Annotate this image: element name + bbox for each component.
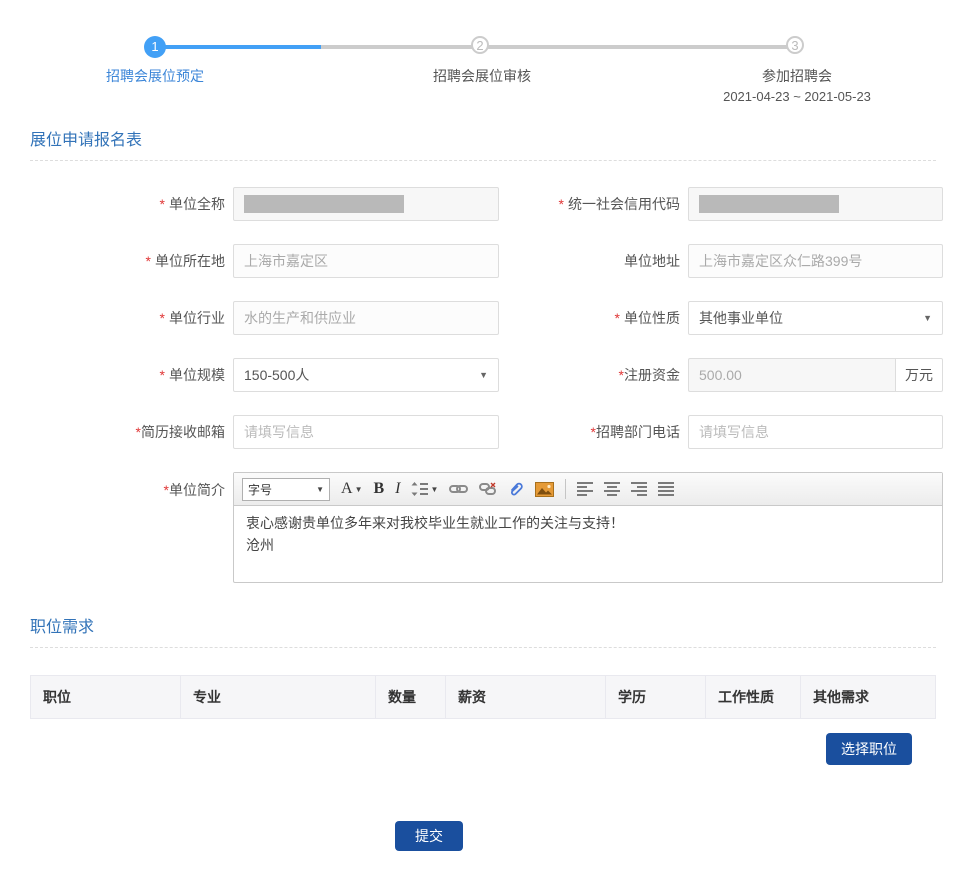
required-mark: * — [160, 367, 165, 383]
line-height-icon — [411, 482, 428, 496]
col-position: 职位 — [31, 676, 181, 719]
resume-email-input[interactable] — [233, 415, 499, 449]
paperclip-icon — [508, 481, 524, 497]
booth-form: *单位全称 *统一社会信用代码 *单位所在地 单位地址 *单位行业 *单位性质 … — [0, 187, 964, 583]
form-section-title: 展位申请报名表 — [30, 126, 936, 150]
step-2-label: 招聘会展位审核 — [433, 66, 531, 86]
align-justify-icon — [658, 482, 674, 496]
capital-unit-addon: 万元 — [895, 358, 943, 392]
booth-application-page: 1 2 3 招聘会展位预定 招聘会展位审核 参加招聘会 2021-04-23 ~… — [0, 0, 964, 851]
align-center-icon — [604, 482, 620, 496]
redacted-value — [244, 195, 404, 213]
intro-text-line: 沧州 — [246, 535, 930, 557]
resume-email-label: *简历接收邮箱 — [0, 422, 225, 442]
stepper-progress-line-1 — [160, 45, 476, 49]
select-position-button[interactable]: 选择职位 — [826, 733, 912, 765]
chevron-down-icon: ▼ — [923, 313, 932, 323]
credit-code-field — [688, 187, 943, 221]
align-justify-button[interactable] — [658, 482, 674, 496]
redacted-value — [699, 195, 839, 213]
submit-area: 提交 — [395, 821, 964, 851]
chevron-down-icon: ▼ — [355, 485, 363, 494]
italic-button[interactable]: I — [395, 480, 400, 498]
editor-toolbar: 字号 ▼ A ▼ B I — [234, 473, 942, 506]
col-education: 学历 — [606, 676, 706, 719]
step-3-indicator: 3 — [786, 36, 804, 54]
col-work-type: 工作性质 — [706, 676, 801, 719]
company-nature-value: 其他事业单位 — [699, 308, 783, 328]
required-mark: * — [146, 253, 151, 269]
font-size-select[interactable]: 字号 ▼ — [242, 478, 330, 501]
recruit-phone-label: *招聘部门电话 — [507, 422, 680, 442]
company-industry-label: *单位行业 — [0, 308, 225, 328]
company-address-input — [688, 244, 943, 278]
align-right-icon — [631, 482, 647, 496]
link-icon — [449, 482, 468, 496]
unlink-icon — [479, 482, 497, 497]
stepper: 1 2 3 招聘会展位预定 招聘会展位审核 参加招聘会 2021-04-23 ~… — [0, 0, 964, 112]
required-mark: * — [160, 310, 165, 326]
intro-text-line: 衷心感谢贵单位多年来对我校毕业生就业工作的关注与支持！ — [246, 513, 930, 535]
positions-section-title: 职位需求 — [30, 613, 936, 637]
col-quantity: 数量 — [376, 676, 446, 719]
company-intro-content[interactable]: 衷心感谢贵单位多年来对我校毕业生就业工作的关注与支持！ 沧州 — [234, 506, 942, 582]
stepper-progress-line-2 — [487, 45, 791, 49]
image-button[interactable] — [535, 482, 554, 497]
company-scale-label: *单位规模 — [0, 365, 225, 385]
link-button[interactable] — [449, 482, 468, 496]
align-left-button[interactable] — [577, 482, 593, 496]
toolbar-divider — [565, 479, 566, 499]
section-divider — [30, 647, 936, 648]
col-major: 专业 — [181, 676, 376, 719]
required-mark: * — [559, 196, 564, 212]
step-1-indicator: 1 — [144, 36, 166, 58]
company-intro-label: *单位简介 — [0, 472, 225, 500]
required-mark: * — [615, 310, 620, 326]
font-color-button[interactable]: A ▼ — [341, 480, 362, 498]
company-name-field — [233, 187, 499, 221]
align-left-icon — [577, 482, 593, 496]
company-intro-editor: 字号 ▼ A ▼ B I — [233, 472, 943, 583]
recruit-phone-input[interactable] — [688, 415, 943, 449]
positions-table: 职位 专业 数量 薪资 学历 工作性质 其他需求 — [30, 675, 936, 719]
company-location-label: *单位所在地 — [0, 251, 225, 271]
company-scale-select[interactable]: 150-500人 ▼ — [233, 358, 499, 392]
company-nature-select[interactable]: 其他事业单位 ▼ — [688, 301, 943, 335]
step-2-indicator: 2 — [471, 36, 489, 54]
positions-table-header-row: 职位 专业 数量 薪资 学历 工作性质 其他需求 — [31, 676, 936, 719]
company-scale-value: 150-500人 — [244, 365, 309, 385]
step-3-date-range: 2021-04-23 ~ 2021-05-23 — [723, 89, 871, 104]
registered-capital-field: 500.00 — [688, 358, 895, 392]
step-3-title: 参加招聘会 — [723, 66, 871, 86]
company-address-label: 单位地址 — [507, 251, 680, 271]
unlink-button[interactable] — [479, 482, 497, 497]
registered-capital-group: 500.00 万元 — [688, 358, 943, 392]
positions-section: 职位需求 — [0, 613, 964, 648]
company-industry-input — [233, 301, 499, 335]
col-other-requirements: 其他需求 — [801, 676, 936, 719]
chevron-down-icon: ▼ — [430, 485, 438, 494]
align-center-button[interactable] — [604, 482, 620, 496]
step-3-label: 参加招聘会 2021-04-23 ~ 2021-05-23 — [723, 66, 871, 104]
table-actions: 选择职位 — [0, 733, 912, 765]
col-salary: 薪资 — [446, 676, 606, 719]
image-icon — [535, 482, 554, 497]
line-height-button[interactable]: ▼ — [411, 482, 438, 496]
company-location-input — [233, 244, 499, 278]
attachment-button[interactable] — [508, 481, 524, 497]
booth-form-section: 展位申请报名表 — [0, 126, 964, 161]
credit-code-label: *统一社会信用代码 — [507, 194, 680, 214]
bold-button[interactable]: B — [373, 480, 384, 498]
chevron-down-icon: ▼ — [479, 370, 488, 380]
section-divider — [30, 160, 936, 161]
submit-button[interactable]: 提交 — [395, 821, 463, 851]
registered-capital-label: *注册资金 — [507, 365, 680, 385]
chevron-down-icon: ▼ — [316, 485, 324, 494]
company-nature-label: *单位性质 — [507, 308, 680, 328]
align-right-button[interactable] — [631, 482, 647, 496]
step-1-label: 招聘会展位预定 — [106, 66, 204, 86]
required-mark: * — [160, 196, 165, 212]
company-name-label: *单位全称 — [0, 194, 225, 214]
